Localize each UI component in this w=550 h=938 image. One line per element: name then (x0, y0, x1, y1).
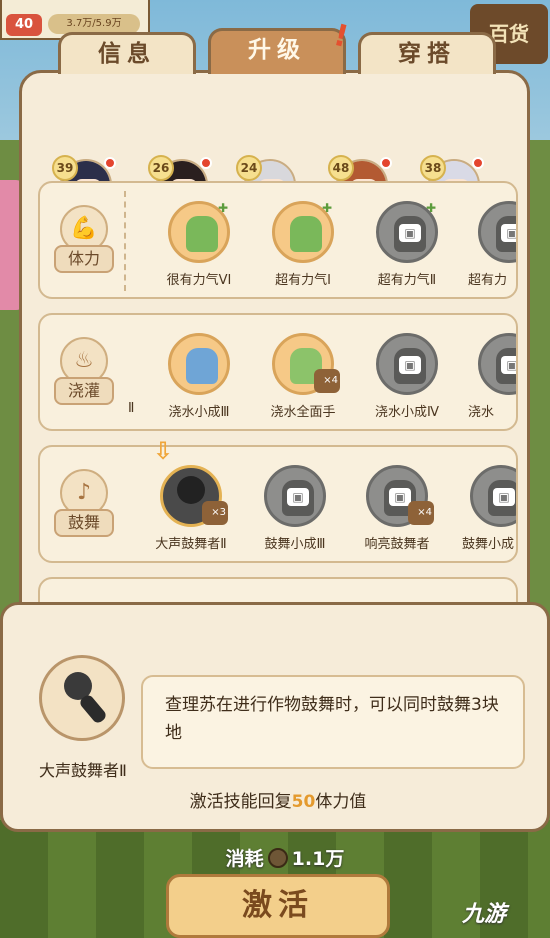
tab-info[interactable]: 信息 (58, 32, 196, 74)
plant-icon: ▣ (478, 333, 516, 395)
skill-name: 超有力气Ⅱ (377, 273, 437, 288)
skill-row-cheer: ♪ 鼓舞 ×3 大声鼓舞者Ⅱ ▣ 鼓舞小成Ⅲ ▣ ×4 响亮鼓舞者 ▣ 鼓舞小成 (38, 445, 518, 563)
cost-label: 消耗 (225, 848, 264, 870)
leaf-icon: ✚ (426, 201, 437, 215)
leaf-icon: ✚ (218, 201, 229, 215)
skill-multiplier: ×4 (314, 369, 340, 393)
lock-icon: ▣ (501, 356, 516, 374)
lock-icon: ▣ (399, 224, 421, 242)
helper-level-badge: 38 (420, 155, 446, 181)
skill-multiplier: ×4 (408, 501, 434, 525)
skill-name: 很有力气VI (166, 273, 232, 288)
coin-icon (267, 848, 288, 868)
category-label: 体力 (54, 245, 114, 273)
skill-node[interactable]: ×4 浇水全面手 (252, 329, 348, 425)
skill-name: 响亮鼓舞者 (364, 537, 430, 552)
notification-dot (200, 157, 212, 169)
skill-name: 鼓舞小成 (462, 537, 515, 552)
player-level: 40 (6, 14, 42, 36)
skill-node[interactable]: ▣ ×4 响亮鼓舞者 (346, 461, 442, 557)
row-category: 💪 体力 (54, 205, 114, 279)
skill-name: 鼓舞小成Ⅲ (264, 537, 326, 552)
skill-name: 超有力气Ⅰ (275, 273, 331, 288)
effect-value: 50 (291, 792, 316, 812)
notification-dot (380, 157, 392, 169)
cost-amount: 1.1万 (291, 848, 345, 870)
skill-node[interactable]: ▣ 鼓舞小成 (450, 461, 516, 557)
sprout-icon: ▣ (264, 465, 326, 527)
skill-name: 大声鼓舞者Ⅱ (155, 537, 227, 552)
skill-description: 查理苏在进行作物鼓舞时，可以同时鼓舞3块地 (141, 675, 525, 769)
tab-outfit[interactable]: 穿搭 (358, 32, 496, 74)
row-divider (124, 191, 126, 291)
tab-upgrade[interactable]: 升级 (208, 28, 346, 74)
skill-node[interactable]: 浇水小成Ⅲ (148, 329, 244, 425)
skill-node[interactable]: ▣ ✚ 超有力气Ⅱ (356, 197, 452, 293)
skill-name: 浇水小成Ⅳ (375, 405, 439, 420)
helper-level-badge: 26 (148, 155, 174, 181)
helper-level-badge: 24 (236, 155, 262, 181)
cost-display: 消耗 1.1万 (0, 844, 550, 871)
skill-node[interactable]: ▣ 鼓舞小成Ⅲ (244, 461, 340, 557)
notification-dot (104, 157, 116, 169)
skill-node[interactable]: ✚ 超有力气Ⅰ (252, 197, 348, 293)
helper-level-badge: 39 (52, 155, 78, 181)
skill-node[interactable]: ▣ 浇水 (458, 329, 516, 425)
player-exp: 3.7万/5.9万 (48, 14, 140, 34)
category-label: 浇灌 (54, 377, 114, 405)
skill-effect: 激活技能回复50体力值 (189, 792, 367, 812)
skill-name: 超有力 (468, 273, 508, 288)
skill-node[interactable]: ▣ 超有力 (458, 197, 516, 293)
skill-detail-card: 大声鼓舞者Ⅱ 查理苏在进行作物鼓舞时，可以同时鼓舞3块地 激活技能回复50体力值 (0, 602, 550, 832)
skill-node-selected[interactable]: ×3 大声鼓舞者Ⅱ (140, 461, 236, 557)
skill-name: 浇水 (468, 405, 495, 420)
lock-icon: ▣ (287, 488, 309, 506)
skill-row-stamina: 💪 体力 ✚ 很有力气VI ✚ 超有力气Ⅰ ▣ ✚ 超有力气Ⅱ ▣ 超有力 (38, 181, 518, 299)
microphone-icon (39, 655, 125, 741)
plant-icon: ▣ (376, 333, 438, 395)
row-category: ♪ 鼓舞 (54, 469, 114, 543)
detail-skill-name: 大声鼓舞者Ⅱ (39, 761, 127, 780)
skill-node[interactable]: ▣ 浇水小成Ⅳ (356, 329, 452, 425)
skill-name: 浇水全面手 (270, 405, 336, 420)
plant-icon (168, 333, 230, 395)
skill-name: 浇水小成Ⅲ (168, 405, 230, 420)
leaf-icon: ✚ (322, 201, 333, 215)
skill-node[interactable]: ✚ 很有力气VI (148, 197, 244, 293)
lock-icon: ▣ (399, 356, 421, 374)
notification-dot (472, 157, 484, 169)
category-label: 鼓舞 (54, 509, 114, 537)
upgrade-panel: 39 ✿播种 26 ◁加工 24 ✦激励 48 ♪鼓舞 38 ♨浇灌 (19, 70, 530, 630)
previous-skill-name: Ⅱ (128, 401, 135, 416)
arrow-down-icon: ⇩ (152, 437, 174, 465)
lock-icon: ▣ (501, 224, 516, 242)
row-category: ♨ 浇灌 (54, 337, 114, 411)
helper-level-badge: 48 (328, 155, 354, 181)
skill-row-watering: ♨ 浇灌 Ⅱ 浇水小成Ⅲ ×4 浇水全面手 ▣ 浇水小成Ⅳ ▣ 浇水 (38, 313, 518, 431)
skill-multiplier: ×3 (202, 501, 228, 525)
activate-button[interactable]: 激活 (166, 874, 390, 938)
farmer-icon: ▣ (478, 201, 516, 263)
sprout-icon: ▣ (470, 465, 516, 527)
watermark-logo: 九游 (462, 902, 507, 927)
lock-icon: ▣ (493, 488, 515, 506)
